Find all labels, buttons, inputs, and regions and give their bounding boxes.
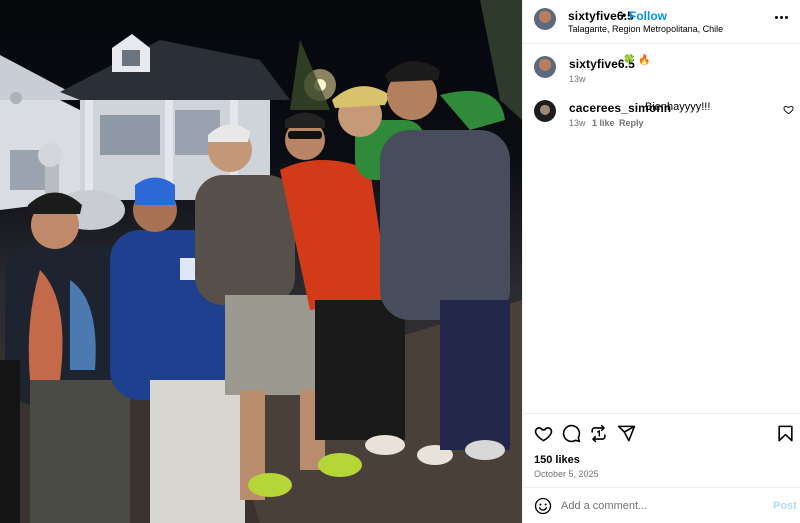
comment-timestamp[interactable]: 13w	[569, 118, 586, 128]
post-actions: 150 likes October 5, 2025 Post	[523, 413, 800, 523]
post-header: sixtyfive6.5 • Follow Talagante, Region …	[523, 0, 800, 44]
post-side-panel: sixtyfive6.5 • Follow Talagante, Region …	[522, 0, 800, 523]
comment-icon[interactable]	[562, 424, 581, 443]
comment-composer: Post	[523, 487, 800, 523]
comment-heart-icon[interactable]	[783, 104, 794, 115]
more-options-icon[interactable]	[775, 16, 789, 20]
repost-icon[interactable]	[589, 424, 608, 443]
post-date[interactable]: October 5, 2025	[534, 469, 599, 479]
emoji-icon[interactable]	[534, 497, 552, 515]
caption-text: 🍀 🔥	[623, 55, 651, 66]
post-photo[interactable]	[0, 0, 522, 523]
post-comment-button[interactable]: Post	[773, 500, 797, 512]
photo-scene	[0, 0, 522, 523]
caption-avatar[interactable]	[534, 56, 556, 78]
author-avatar[interactable]	[534, 8, 556, 30]
comment-text: Bienhayyyy!!!	[645, 101, 711, 113]
comment-input[interactable]	[561, 498, 761, 514]
header-separator: •	[622, 8, 627, 22]
comment-reply-button[interactable]: Reply	[619, 118, 644, 128]
post-location[interactable]: Talagante, Region Metropolitana, Chile	[568, 24, 723, 34]
follow-button[interactable]: Follow	[629, 9, 667, 23]
commenter-avatar[interactable]	[534, 100, 556, 122]
like-count[interactable]: 150 likes	[534, 454, 580, 466]
bookmark-icon[interactable]	[776, 424, 795, 443]
comment-like-count[interactable]: 1 like	[592, 118, 615, 128]
caption-timestamp[interactable]: 13w	[569, 74, 586, 84]
heart-icon[interactable]	[534, 424, 553, 443]
share-icon[interactable]	[617, 424, 636, 443]
